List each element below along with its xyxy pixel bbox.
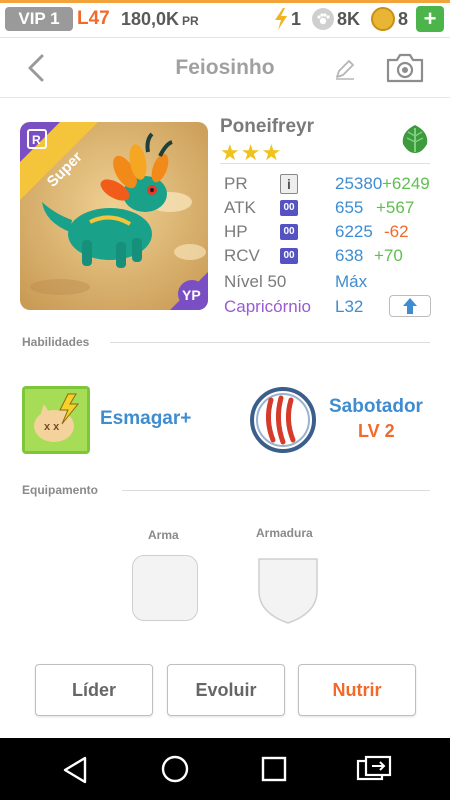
pencil-icon[interactable]: [333, 57, 357, 81]
stat-value-rcv: 638: [335, 246, 364, 265]
stat-label-hp: HP: [224, 222, 248, 241]
weapon-label: Arma: [148, 528, 179, 542]
paw-counter[interactable]: 8K: [312, 7, 360, 31]
equipment-section-label: Equipamento: [22, 483, 99, 497]
infinity-badge: 00: [280, 248, 298, 264]
monster-level-label: Nível 50: [224, 272, 287, 291]
info-icon[interactable]: i: [280, 174, 298, 194]
energy-value: 1: [291, 8, 302, 29]
lightning-icon: [275, 8, 287, 30]
stat-label-rcv: RCV: [224, 246, 260, 265]
leaf-icon: [399, 123, 431, 155]
zodiac-sign-level: L32: [335, 297, 364, 316]
corner-mark: YP: [182, 287, 201, 303]
infinity-badge: 00: [280, 224, 298, 240]
evolve-button[interactable]: Evoluir: [167, 664, 285, 716]
stat-value-atk: 655: [335, 198, 364, 217]
svg-text:x x: x x: [44, 421, 60, 433]
monster-portrait[interactable]: Super R YP: [20, 122, 208, 310]
stats-divider: [220, 163, 430, 164]
skill-level-saboteur: LV 2: [358, 421, 395, 441]
accent-stripe: [0, 0, 450, 3]
resource-bar: VIP 1 L47 180,0K PR 1 8K 8 +: [0, 0, 450, 38]
vip-badge[interactable]: VIP 1: [5, 7, 73, 31]
stat-label-atk: ATK: [224, 198, 256, 217]
paw-icon: [312, 8, 334, 30]
armor-slot[interactable]: [255, 555, 321, 625]
equipment-divider: [122, 490, 430, 491]
player-level: L47: [77, 8, 110, 29]
armor-label: Armadura: [256, 526, 313, 540]
stat-bonus-atk: +567: [376, 198, 415, 217]
rank-badge: R: [32, 133, 41, 147]
smash-icon[interactable]: x x: [22, 386, 90, 454]
add-currency-button[interactable]: +: [416, 6, 444, 32]
stat-value-pr: 25380: [335, 174, 383, 193]
nav-recent-apps-icon[interactable]: [260, 755, 288, 783]
coin-counter[interactable]: 8: [371, 7, 408, 31]
stat-bonus-hp: -62: [384, 222, 409, 241]
energy-counter[interactable]: 1: [273, 7, 301, 31]
monster-name: Poneifreyr: [220, 116, 314, 137]
stat-row-atk: ATK 00 655 +567: [224, 196, 436, 220]
system-nav-bar: [0, 738, 450, 800]
stat-row-level: Nível 50 Máx: [224, 270, 436, 294]
skill-name-smash: Esmagar+: [100, 408, 192, 429]
stat-bonus-rcv: +70: [374, 246, 403, 265]
player-power-unit: PR: [182, 14, 199, 28]
coin-value: 8: [398, 8, 409, 29]
zodiac-sign-label[interactable]: Capricórnio: [224, 295, 311, 319]
monster-level-value: Máx: [335, 272, 368, 291]
nav-back-icon[interactable]: [59, 754, 91, 786]
camera-icon[interactable]: [385, 52, 425, 84]
player-power-value: 180,0K: [121, 9, 180, 29]
stat-row-sign: Capricórnio L32: [224, 295, 436, 319]
stat-bonus-pr: +6249: [382, 174, 430, 193]
nav-switch-icon[interactable]: [356, 755, 392, 785]
level-up-button[interactable]: [389, 295, 431, 317]
stat-value-hp: 6225: [335, 222, 373, 241]
stat-row-hp: HP 00 6225 -62: [224, 220, 436, 244]
skill-name-saboteur: Sabotador: [329, 396, 423, 417]
leader-button[interactable]: Líder: [35, 664, 153, 716]
player-power: 180,0K PR: [121, 7, 199, 33]
page-header: Feiosinho: [0, 38, 450, 98]
infinity-badge: 00: [280, 200, 298, 216]
arrow-up-icon: [403, 298, 417, 314]
coin-icon: [371, 7, 395, 31]
page-title: Feiosinho: [175, 56, 275, 79]
skills-divider: [110, 342, 430, 343]
stat-label-pr: PR: [224, 174, 248, 193]
stat-row-rcv: RCV 00 638 +70: [224, 244, 436, 268]
weapon-slot[interactable]: [132, 555, 198, 621]
feed-button[interactable]: Nutrir: [298, 664, 416, 716]
claw-icon[interactable]: [249, 386, 317, 454]
skills-section-label: Habilidades: [22, 335, 90, 349]
paw-value: 8K: [337, 8, 361, 29]
stat-row-pr: PR i 25380 +6249: [224, 172, 436, 196]
nav-home-icon[interactable]: [160, 754, 190, 784]
